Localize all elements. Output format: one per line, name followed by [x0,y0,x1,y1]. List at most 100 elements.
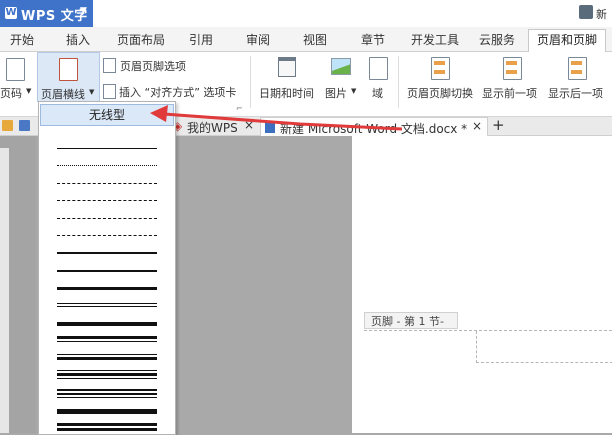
tab-developer[interactable]: 开发工具 [407,30,463,50]
line-sample [57,392,157,395]
picture-label: 图片 [325,87,347,100]
show-previous-label: 显示前一项 [482,87,537,100]
line-sample [57,269,157,272]
switch-header-footer-button[interactable]: 页眉页脚切换 [404,52,478,102]
line-sample [57,182,157,184]
line-sample [57,305,157,307]
line-sample [57,165,157,167]
close-icon[interactable]: × [472,119,482,133]
dialog-launcher-icon[interactable]: ⌐ [236,104,243,113]
ribbon-separator [250,56,251,108]
line-sample [57,353,157,355]
ribbon-tabs: 开始 插入 页面布局 引用 审阅 视图 章节 开发工具 云服务 页眉和页脚 [0,27,612,52]
line-sample [57,373,157,377]
header-line-dropdown: 无线型 [38,101,176,435]
next-icon [568,57,587,80]
tab-insert[interactable]: 插入 [58,30,98,50]
user-icon[interactable] [579,5,593,19]
line-style-option[interactable] [53,282,161,294]
no-line-option[interactable]: 无线型 [40,104,174,126]
save-icon[interactable] [19,120,30,131]
chevron-down-icon: ▼ [89,88,95,96]
line-style-option[interactable] [53,195,161,207]
show-next-button[interactable]: 显示后一项 [546,52,610,102]
tab-section[interactable]: 章节 [355,30,391,50]
line-style-option[interactable] [53,352,161,364]
header-line-icon [59,58,78,81]
line-style-option[interactable] [53,300,161,312]
header-footer-options-label: 页眉页脚选项 [120,60,186,73]
previous-icon [503,57,522,80]
footer-section-tag: 页脚 - 第 1 节- [364,312,458,329]
chevron-down-icon: ▼ [80,6,87,16]
line-sample [57,396,157,398]
chevron-down-icon: ▼ [26,87,32,95]
line-sample [57,252,157,255]
date-time-button[interactable]: 日期和时间 [254,52,320,102]
show-next-label: 显示后一项 [548,87,603,100]
line-sample [57,148,157,149]
line-sample [57,341,157,343]
new-tab-button[interactable]: + [492,116,505,134]
folder-icon[interactable] [2,120,13,131]
line-sample [57,287,157,291]
field-icon [369,57,388,80]
picture-icon [331,58,351,75]
switch-header-footer-label: 页眉页脚切换 [407,87,473,100]
tab-current-document[interactable]: 新建 Microsoft Word 文档.docx * × [260,117,488,136]
top-right-label: 新 [596,8,607,21]
line-style-option[interactable] [53,334,161,346]
left-ruler [0,148,9,433]
doc-icon [265,121,275,133]
line-style-option[interactable] [53,404,161,416]
title-bar: W WPS 文字 ▼ 新 [0,0,612,27]
line-style-option[interactable] [53,247,161,259]
line-style-option[interactable] [53,265,161,277]
tab-view[interactable]: 视图 [297,30,333,50]
line-style-option[interactable] [53,213,161,225]
header-line-label: 页眉横线 [41,88,85,101]
line-style-option[interactable] [53,178,161,190]
insert-align-tab-label: 插入 “对齐方式” 选项卡 [119,86,237,99]
picture-button[interactable]: 图片 ▼ [322,52,360,102]
tab-my-wps[interactable]: ◈ 我的WPS × [173,117,257,135]
field-button[interactable]: 域 [364,52,392,102]
tab-home[interactable]: 开始 [4,30,40,50]
line-style-option[interactable] [53,387,161,399]
tab-cloud[interactable]: 云服务 [474,30,520,50]
ribbon-separator [398,56,399,108]
page-number-button[interactable]: 页码 ▼ [0,52,34,102]
insert-align-tab-button[interactable]: 插入 “对齐方式” 选项卡 [101,82,243,100]
page-number-icon [6,58,25,81]
my-wps-label: 我的WPS [187,121,238,135]
switch-icon [431,57,450,80]
line-style-option[interactable] [53,160,161,172]
line-sample [57,370,157,372]
line-sample [57,302,157,304]
footer-area[interactable] [476,331,612,363]
tab-review[interactable]: 审阅 [240,30,276,50]
line-sample [57,356,157,360]
line-sample [57,336,157,340]
line-style-option[interactable] [53,421,161,433]
document-page[interactable] [352,136,612,433]
show-previous-button[interactable]: 显示前一项 [480,52,544,102]
close-icon[interactable]: × [244,118,254,132]
app-menu-button[interactable]: W WPS 文字 ▼ [0,0,93,27]
line-sample [57,200,157,202]
line-sample [57,217,157,219]
calendar-icon [278,57,296,77]
wps-logo-icon: W [5,7,17,19]
chevron-down-icon: ▼ [351,87,357,95]
page-number-label: 页码 [0,87,22,100]
line-style-option[interactable] [53,143,161,155]
tab-references[interactable]: 引用 [183,30,219,50]
app-title: WPS 文字 [21,9,88,24]
header-line-button[interactable]: 页眉横线 ▼ [37,52,100,102]
line-style-option[interactable] [53,230,161,242]
header-footer-options-button[interactable]: 页眉页脚选项 [101,56,221,74]
tab-header-footer[interactable]: 页眉和页脚 [528,29,606,52]
line-style-option[interactable] [53,317,161,329]
tab-page-layout[interactable]: 页面布局 [111,30,171,50]
line-style-option[interactable] [53,369,161,381]
